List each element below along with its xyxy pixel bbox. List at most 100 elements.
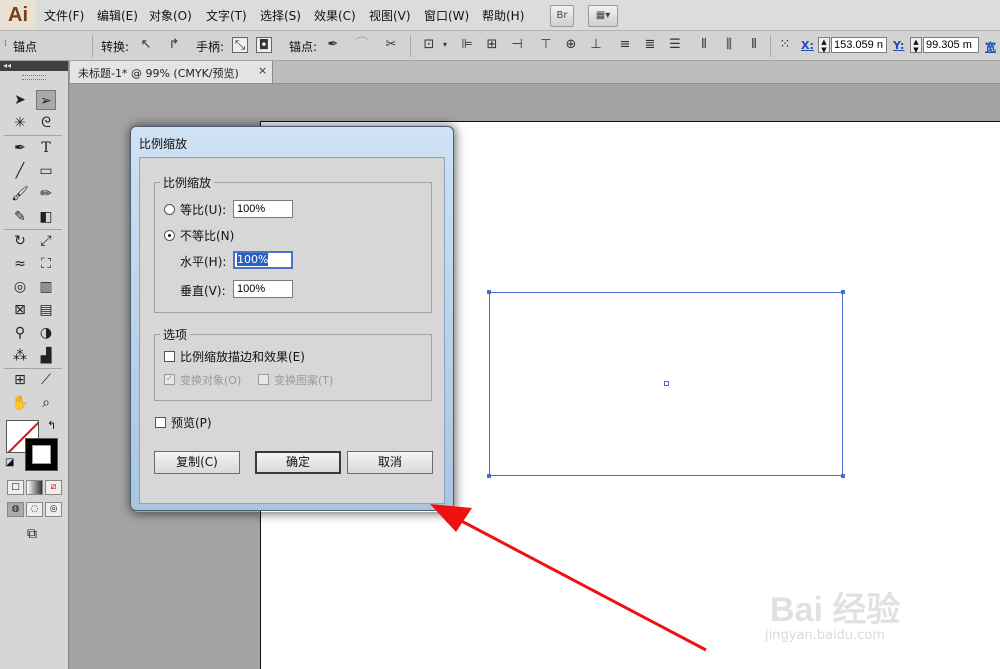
- pencil-tool-icon[interactable]: ✏: [36, 184, 56, 204]
- scale-tool-icon[interactable]: ⤢: [36, 231, 56, 251]
- eraser-tool-icon[interactable]: ◧: [36, 207, 56, 227]
- copy-button[interactable]: 复制(C): [154, 451, 240, 474]
- artboard-tool-icon[interactable]: ⊞: [10, 370, 30, 390]
- x-stepper[interactable]: ▲ ▼: [818, 37, 830, 54]
- distribute-bottom-icon[interactable]: ☰: [667, 37, 683, 53]
- ok-button[interactable]: 确定: [255, 451, 341, 474]
- selection-handle[interactable]: [487, 474, 491, 478]
- x-field[interactable]: [831, 37, 887, 53]
- horizontal-field-value: 100%: [237, 253, 269, 266]
- arrange-documents-button[interactable]: ▦▾: [588, 5, 618, 27]
- document-tab-title: 未标题-1* @ 99% (CMYK/预览): [78, 67, 239, 80]
- mesh-tool-icon[interactable]: ⊠: [10, 300, 30, 320]
- align-bottom-icon[interactable]: ⊥: [588, 37, 604, 53]
- convert-smooth-icon[interactable]: ↱: [166, 37, 182, 53]
- selection-handle[interactable]: [841, 474, 845, 478]
- distribute-top-icon[interactable]: ≡: [617, 37, 633, 53]
- paintbrush-tool-icon[interactable]: 🖌: [10, 184, 30, 204]
- remove-anchor-icon[interactable]: ✒: [325, 37, 341, 53]
- y-field[interactable]: [923, 37, 979, 53]
- distribute-center-h-icon[interactable]: ⫼: [721, 37, 737, 53]
- reference-point-icon[interactable]: ⁙: [777, 37, 793, 53]
- lasso-tool-icon[interactable]: ᘓ: [36, 113, 56, 133]
- tools-panel-header[interactable]: ◂◂: [0, 61, 68, 71]
- hand-tool-icon[interactable]: ✋: [10, 393, 30, 413]
- default-colors-icon[interactable]: ◪: [5, 457, 14, 468]
- hide-handles-icon[interactable]: ◘: [256, 37, 272, 53]
- chevron-down-icon[interactable]: ▾: [437, 37, 453, 53]
- bridge-button[interactable]: Br: [550, 5, 574, 27]
- preview-checkbox[interactable]: [155, 417, 166, 428]
- menu-select[interactable]: 选择(S): [260, 7, 301, 24]
- distribute-right-icon[interactable]: ⦀: [746, 37, 762, 53]
- align-center-v-icon[interactable]: ⊕: [563, 37, 579, 53]
- align-center-h-icon[interactable]: ⊞: [484, 37, 500, 53]
- menu-type[interactable]: 文字(T): [206, 7, 247, 24]
- isolate-icon[interactable]: ⊡: [421, 37, 437, 53]
- none-mode-icon[interactable]: ⧄: [45, 480, 62, 495]
- selection-handle[interactable]: [841, 290, 845, 294]
- blob-brush-tool-icon[interactable]: ✎: [10, 207, 30, 227]
- perspective-grid-tool-icon[interactable]: ▥: [36, 277, 56, 297]
- selection-tool-icon[interactable]: ➤: [10, 90, 30, 110]
- uniform-radio[interactable]: [164, 204, 175, 215]
- direct-selection-tool-icon[interactable]: ➢: [36, 90, 56, 110]
- width-label: 宽: [985, 41, 996, 54]
- symbol-sprayer-tool-icon[interactable]: ⁂: [10, 346, 30, 366]
- line-tool-icon[interactable]: ╱: [10, 161, 30, 181]
- align-right-icon[interactable]: ⊣: [509, 37, 525, 53]
- convert-corner-icon[interactable]: ↖: [138, 37, 154, 53]
- vertical-field[interactable]: [233, 280, 293, 298]
- menu-file[interactable]: 文件(F): [44, 7, 84, 24]
- document-tab[interactable]: 未标题-1* @ 99% (CMYK/预览) ×: [70, 61, 273, 83]
- convert-label: 转换:: [101, 40, 130, 54]
- menu-help[interactable]: 帮助(H): [482, 7, 524, 24]
- panel-grip[interactable]: [22, 75, 46, 80]
- align-left-icon[interactable]: ⊫: [459, 37, 475, 53]
- align-top-icon[interactable]: ⊤: [538, 37, 554, 53]
- cancel-button[interactable]: 取消: [347, 451, 433, 474]
- y-stepper[interactable]: ▲ ▼: [910, 37, 922, 54]
- menu-view[interactable]: 视图(V): [369, 7, 411, 24]
- distribute-center-v-icon[interactable]: ≣: [642, 37, 658, 53]
- show-handles-icon[interactable]: ⤡: [232, 37, 248, 53]
- cut-path-icon[interactable]: ✂: [383, 37, 399, 53]
- color-mode-icon[interactable]: □: [7, 480, 24, 495]
- blend-tool-icon[interactable]: ◑: [36, 323, 56, 343]
- draw-inside-icon[interactable]: ◎: [45, 502, 62, 517]
- screen-mode-icon[interactable]: ⧉: [22, 524, 42, 544]
- swap-colors-icon[interactable]: ↰: [47, 419, 56, 432]
- slice-tool-icon[interactable]: ⟋: [36, 370, 56, 390]
- menu-object[interactable]: 对象(O): [149, 7, 192, 24]
- x-label: X:: [801, 39, 814, 52]
- selection-handle[interactable]: [487, 290, 491, 294]
- eyedropper-tool-icon[interactable]: ⚲: [10, 323, 30, 343]
- rectangle-tool-icon[interactable]: ▭: [36, 161, 56, 181]
- zoom-tool-icon[interactable]: ⌕: [36, 393, 56, 413]
- menu-window[interactable]: 窗口(W): [424, 7, 469, 24]
- scale-strokes-checkbox[interactable]: [164, 351, 175, 362]
- type-tool-icon[interactable]: T: [36, 138, 56, 158]
- draw-normal-icon[interactable]: ◍: [7, 502, 24, 517]
- watermark-subtext: jingyan.baidu.com: [765, 628, 885, 643]
- menu-effect[interactable]: 效果(C): [314, 7, 356, 24]
- draw-behind-icon[interactable]: ◌: [26, 502, 43, 517]
- shape-builder-tool-icon[interactable]: ◎: [10, 277, 30, 297]
- gradient-mode-icon[interactable]: [26, 480, 43, 495]
- magic-wand-tool-icon[interactable]: ✳: [10, 113, 30, 133]
- horizontal-field[interactable]: 100%: [233, 251, 293, 269]
- close-icon[interactable]: ×: [258, 64, 267, 77]
- gradient-tool-icon[interactable]: ▤: [36, 300, 56, 320]
- stroke-swatch[interactable]: [25, 438, 58, 471]
- non-uniform-radio[interactable]: [164, 230, 175, 241]
- pen-tool-icon[interactable]: ✒: [10, 138, 30, 158]
- distribute-left-icon[interactable]: ⫴: [696, 37, 712, 53]
- uniform-field[interactable]: [233, 200, 293, 218]
- column-graph-tool-icon[interactable]: ▟: [36, 346, 56, 366]
- options-group: [154, 334, 432, 401]
- free-transform-tool-icon[interactable]: ⛶: [36, 254, 56, 274]
- menu-edit[interactable]: 编辑(E): [97, 7, 138, 24]
- rotate-tool-icon[interactable]: ↻: [10, 231, 30, 251]
- non-uniform-label: 不等比(N): [180, 229, 235, 243]
- width-tool-icon[interactable]: ≈: [10, 254, 30, 274]
